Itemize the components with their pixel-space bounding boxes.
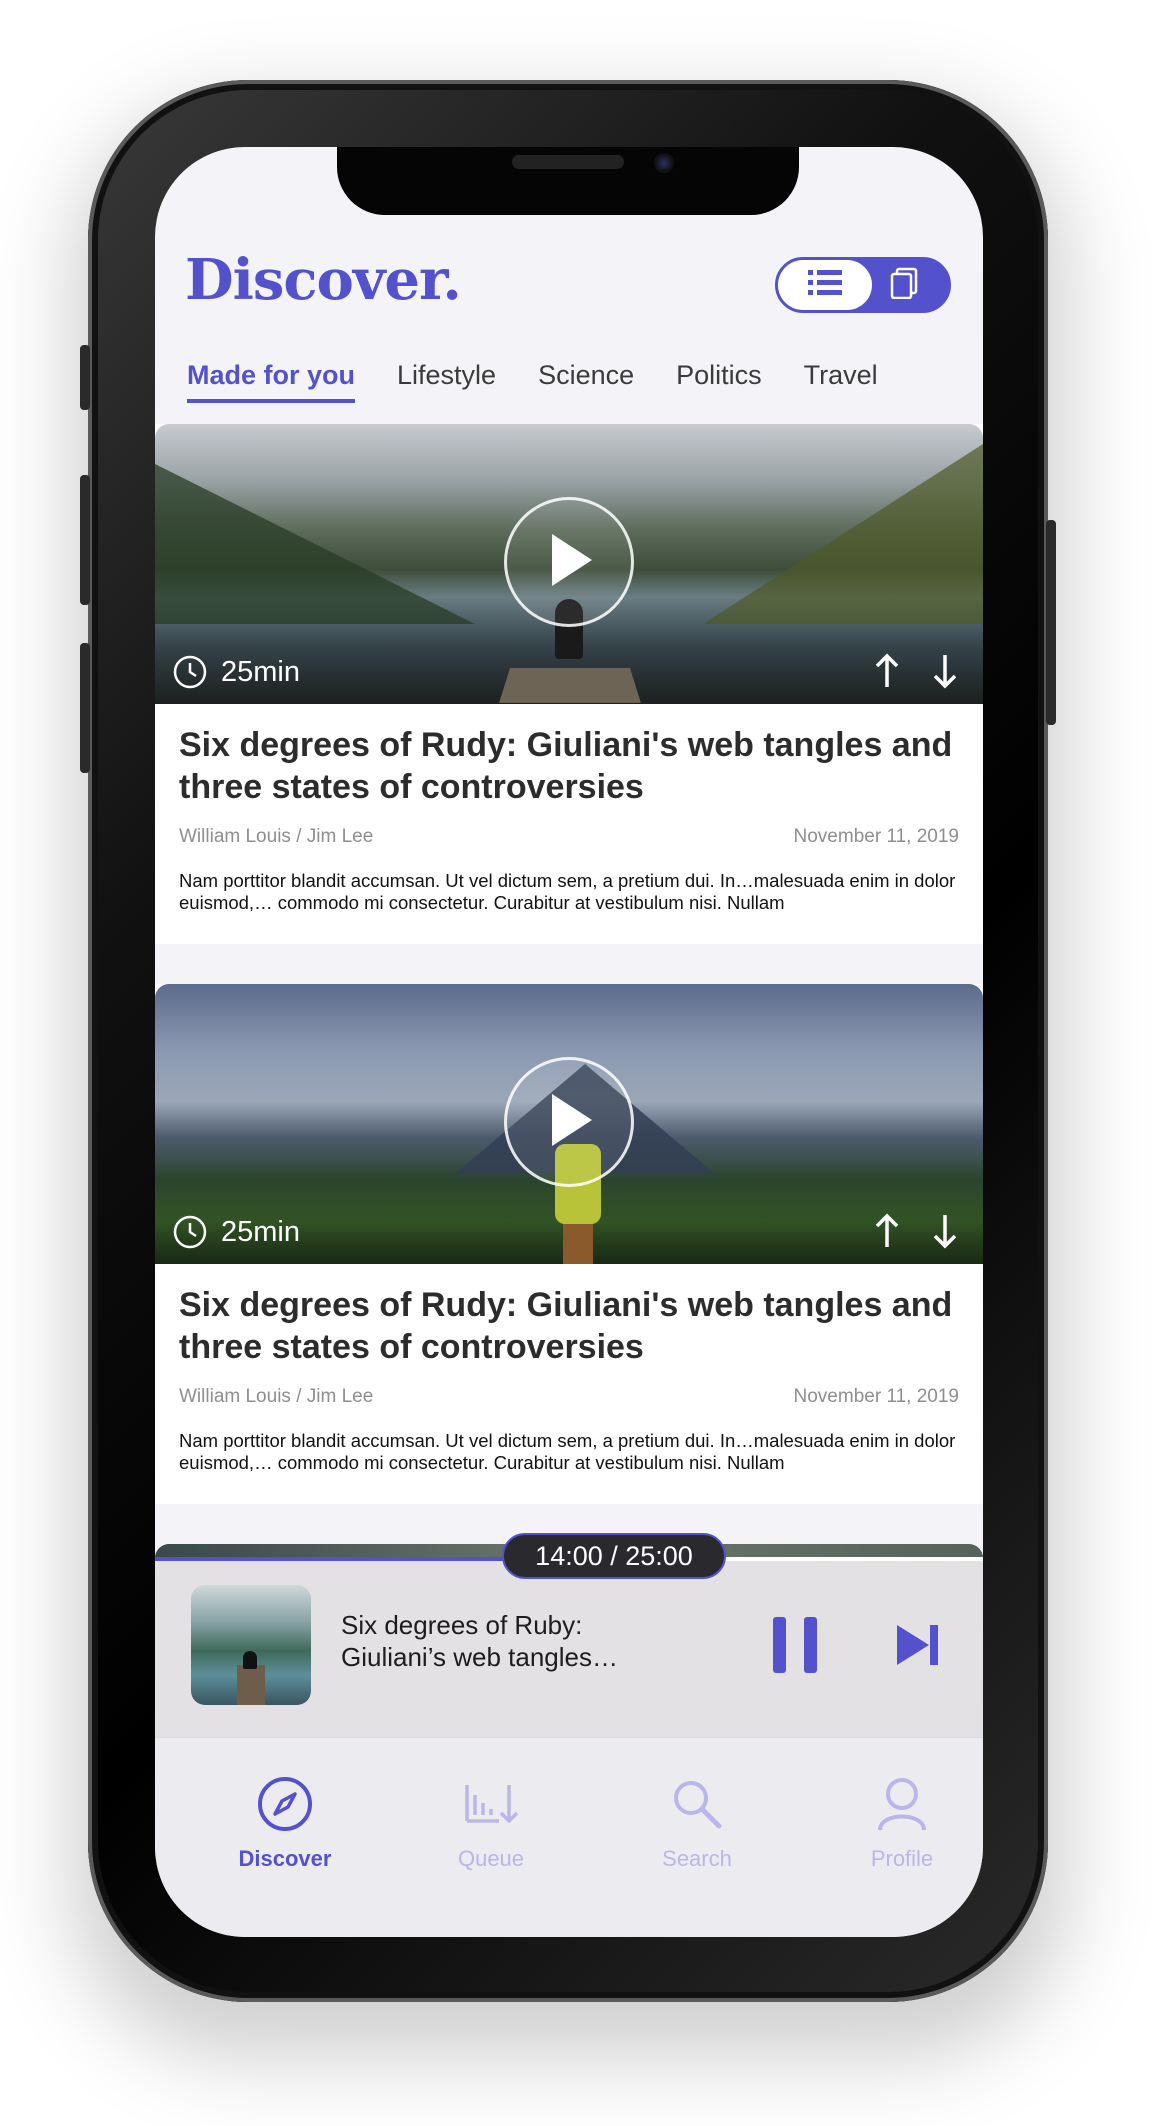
tab-science[interactable]: Science — [538, 357, 634, 403]
front-camera — [654, 153, 674, 173]
downvote-button[interactable] — [925, 1212, 965, 1254]
now-playing-thumbnail — [191, 1585, 311, 1705]
play-icon — [544, 1090, 594, 1155]
view-toggle[interactable] — [775, 257, 951, 313]
compass-icon — [205, 1774, 365, 1834]
arrow-down-icon — [932, 653, 958, 694]
nav-label: Queue — [457, 1846, 525, 1871]
play-button[interactable] — [504, 497, 634, 627]
skip-next-button[interactable] — [895, 1621, 939, 1669]
arrow-up-icon — [874, 1213, 900, 1254]
hiker-legs-shape — [563, 1222, 593, 1264]
article-cover-image: 25min — [155, 424, 983, 704]
nav-queue[interactable]: Queue — [411, 1774, 571, 1872]
arrow-down-icon — [932, 1213, 958, 1254]
article-title[interactable]: Six degrees of Rudy: Giuliani's web tang… — [179, 724, 959, 808]
cards-view-option[interactable] — [860, 260, 948, 310]
dock-shape — [237, 1665, 265, 1705]
cards-icon — [889, 267, 919, 304]
duration-label: 25min — [173, 1212, 300, 1252]
nav-profile[interactable]: Profile — [822, 1774, 982, 1872]
list-icon — [808, 268, 842, 303]
duration-text: 25min — [221, 1215, 300, 1248]
search-icon — [617, 1774, 777, 1834]
article-meta: William Louis / Jim Lee November 11, 201… — [179, 826, 959, 848]
article-authors: William Louis / Jim Lee — [179, 1386, 374, 1407]
play-icon — [544, 530, 594, 595]
mountain-shape — [703, 444, 983, 624]
tab-politics[interactable]: Politics — [676, 357, 762, 403]
tab-made-for-you[interactable]: Made for you — [187, 357, 356, 403]
article-body: Six degrees of Rudy: Giuliani's web tang… — [155, 704, 983, 914]
now-playing-title[interactable]: Six degrees of Ruby: Giuliani’s web tang… — [341, 1609, 641, 1673]
list-view-option[interactable] — [778, 260, 872, 310]
article-body: Six degrees of Rudy: Giuliani's web tang… — [155, 1264, 983, 1474]
article-card[interactable]: 25min Six degrees of Rudy: Giuliani's we… — [155, 424, 983, 944]
now-playing-title-line-2: Giuliani’s web tangles… — [341, 1642, 618, 1672]
article-excerpt: Nam porttitor blandit accumsan. Ut vel d… — [179, 870, 956, 913]
volume-up-button — [80, 475, 90, 605]
article-excerpt: Nam porttitor blandit accumsan. Ut vel d… — [179, 1430, 956, 1473]
upvote-button[interactable] — [867, 1212, 907, 1254]
playback-time: 14:00 / 25:00 — [502, 1533, 726, 1579]
speaker — [512, 155, 624, 169]
app-screen: Discover. Made for you Lifestyle Science… — [155, 147, 983, 1937]
article-card[interactable]: 25min Six degrees of Rudy: Giuliani's we… — [155, 984, 983, 1504]
nav-search[interactable]: Search — [617, 1774, 777, 1872]
play-button[interactable] — [504, 1057, 634, 1187]
article-title[interactable]: Six degrees of Rudy: Giuliani's web tang… — [179, 1284, 959, 1368]
downvote-button[interactable] — [925, 652, 965, 694]
mountain-shape — [155, 464, 475, 624]
upvote-button[interactable] — [867, 652, 907, 694]
arrow-up-icon — [874, 653, 900, 694]
pause-icon — [804, 1617, 817, 1673]
article-date: November 11, 2019 — [793, 1386, 959, 1407]
duration-text: 25min — [221, 655, 300, 688]
mockup-stage: Discover. Made for you Lifestyle Science… — [0, 0, 1175, 2126]
nav-label: Search — [662, 1846, 732, 1871]
power-button — [1046, 520, 1056, 725]
tab-lifestyle[interactable]: Lifestyle — [397, 357, 496, 403]
nav-label: Discover — [238, 1846, 332, 1871]
mini-player[interactable]: 14:00 / 25:00 Six degrees of Ruby: Giuli… — [155, 1533, 983, 1737]
now-playing-title-line-1: Six degrees of Ruby: — [341, 1610, 583, 1640]
clock-icon — [173, 1215, 207, 1249]
article-cover-image: 25min — [155, 984, 983, 1264]
article-meta: William Louis / Jim Lee November 11, 201… — [179, 1386, 959, 1408]
dock-shape — [499, 668, 641, 703]
queue-icon — [411, 1774, 571, 1834]
volume-down-button — [80, 643, 90, 773]
app-logo: Discover. — [185, 247, 462, 313]
category-tabs: Made for you Lifestyle Science Politics … — [187, 357, 920, 407]
mute-switch — [80, 345, 90, 410]
article-date: November 11, 2019 — [793, 826, 959, 847]
person-shape — [243, 1651, 257, 1669]
tab-travel[interactable]: Travel — [804, 357, 878, 403]
article-authors: William Louis / Jim Lee — [179, 826, 374, 847]
nav-discover[interactable]: Discover — [205, 1774, 365, 1872]
duration-label: 25min — [173, 652, 300, 692]
bottom-navigation: Discover Queue Search Profile — [155, 1737, 983, 1937]
profile-icon — [822, 1774, 982, 1834]
clock-icon — [173, 655, 207, 689]
pause-button[interactable] — [773, 1617, 817, 1673]
skip-next-icon — [895, 1625, 939, 1673]
pause-icon — [773, 1617, 786, 1673]
nav-label: Profile — [870, 1846, 934, 1871]
